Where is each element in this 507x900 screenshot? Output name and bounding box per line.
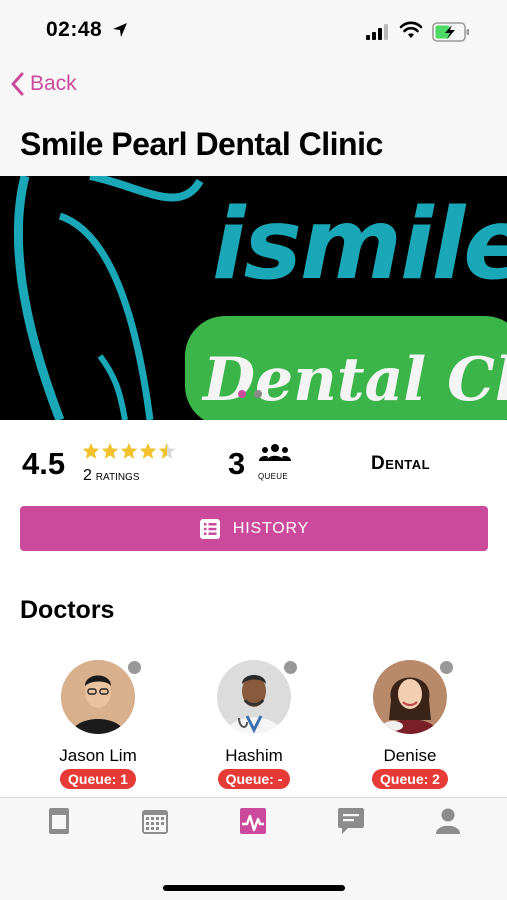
doctor-name: Jason Lim	[59, 746, 137, 765]
battery-charging-icon	[432, 22, 469, 42]
doctor-avatar	[61, 660, 135, 734]
clinic-banner-image[interactable]: ismile Dental Clinic	[0, 176, 507, 420]
queue-label: queue	[258, 468, 288, 482]
doctor-card[interactable]: Denise Queue: 2	[335, 659, 485, 789]
chevron-left-icon	[11, 72, 24, 96]
back-label: Back	[30, 72, 77, 95]
clinic-category: Dental	[371, 453, 431, 474]
status-time: 02:48	[46, 18, 103, 41]
availability-dot	[126, 659, 143, 676]
star-half-icon	[158, 442, 176, 459]
location-arrow-icon	[113, 23, 127, 37]
queue-count: 3	[228, 446, 246, 481]
history-button[interactable]: HISTORY	[20, 506, 488, 551]
page-title: Smile Pearl Dental Clinic	[20, 126, 383, 162]
clinic-logo-image: ismile Dental Clinic	[0, 176, 507, 420]
doctor-avatar	[373, 660, 447, 734]
list-icon	[199, 518, 220, 539]
chat-icon[interactable]	[336, 806, 366, 836]
activity-icon[interactable]	[238, 806, 268, 836]
doctors-section-title: Doctors	[20, 596, 115, 624]
navigation-bar: Back	[0, 62, 507, 112]
people-icon	[259, 444, 291, 461]
availability-dot	[282, 659, 299, 676]
clinic-stats: 4.5 2 ratings 3 queue Dental	[0, 440, 507, 490]
star-icon	[101, 442, 119, 459]
wifi-icon	[399, 21, 423, 38]
page-dot	[254, 390, 262, 398]
tab-bar	[0, 797, 507, 900]
doctor-name: Hashim	[225, 746, 283, 765]
doctor-card[interactable]: Hashim Queue: -	[179, 659, 329, 789]
home-indicator	[163, 885, 345, 891]
star-rating	[82, 442, 176, 460]
status-bar: 02:48	[0, 0, 507, 62]
page-dot-active	[238, 390, 246, 398]
availability-dot	[438, 659, 455, 676]
queue-badge: Queue: 1	[60, 769, 136, 789]
star-icon	[139, 442, 157, 459]
doctor-card[interactable]: Jason Lim Queue: 1	[23, 659, 173, 789]
banner-page-indicator[interactable]	[238, 390, 262, 398]
ratings-count: 2 ratings	[83, 467, 140, 484]
history-label: HISTORY	[232, 519, 310, 537]
rating-value: 4.5	[22, 446, 66, 481]
back-button[interactable]: Back	[10, 72, 77, 96]
star-icon	[82, 442, 100, 459]
queue-badge: Queue: -	[217, 769, 291, 789]
cellular-signal-icon	[366, 24, 388, 40]
logo-text-bottom: Dental Clinic	[201, 345, 507, 415]
title-area: Smile Pearl Dental Clinic	[0, 112, 507, 176]
queue-badge: Queue: 2	[372, 769, 448, 789]
star-icon	[120, 442, 138, 459]
clinic-icon[interactable]	[44, 806, 74, 836]
calendar-icon[interactable]	[140, 806, 170, 836]
doctor-name: Denise	[383, 746, 437, 765]
doctor-avatar	[217, 660, 291, 734]
profile-icon[interactable]	[433, 806, 463, 836]
logo-text-top: ismile	[212, 188, 507, 302]
